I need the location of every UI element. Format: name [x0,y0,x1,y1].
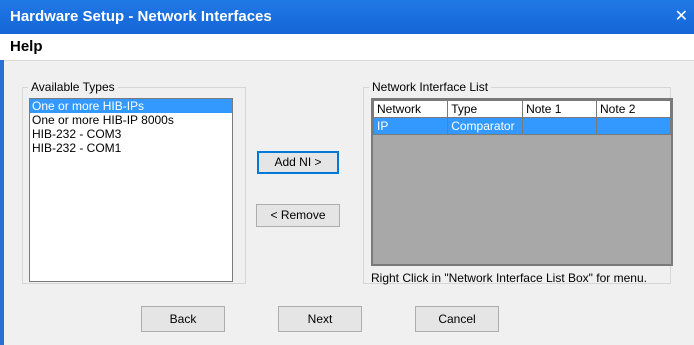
next-button[interactable]: Next [278,306,362,332]
available-types-listbox[interactable]: One or more HIB-IPs One or more HIB-IP 8… [29,98,233,282]
column-header-type[interactable]: Type [447,100,524,118]
column-header-note-2[interactable]: Note 2 [596,100,671,118]
window-edge [0,60,4,345]
menu-help[interactable]: Help [10,38,43,55]
network-interface-table: Network Type Note 1 Note 2 IP Comparator [372,100,671,135]
available-types-label: Available Types [28,80,118,94]
table-row[interactable]: IP Comparator [372,117,671,135]
column-header-network[interactable]: Network [372,100,449,118]
network-interface-label: Network Interface List [369,80,492,94]
column-header-note-1[interactable]: Note 1 [522,100,598,118]
network-interface-listbox[interactable]: Network Type Note 1 Note 2 IP Comparator [371,98,673,266]
title-bar: Hardware Setup - Network Interfaces ✕ [0,0,694,34]
list-item[interactable]: HIB-232 - COM3 [30,127,232,141]
menu-bar: Help [0,34,694,61]
table-cell-note-2[interactable] [596,117,671,135]
remove-button[interactable]: < Remove [256,204,340,227]
add-ni-button[interactable]: Add NI > [257,151,339,174]
list-item[interactable]: HIB-232 - COM1 [30,141,232,155]
table-header-row: Network Type Note 1 Note 2 [372,100,671,118]
table-cell-type[interactable]: Comparator [447,117,524,135]
list-item[interactable]: One or more HIB-IP 8000s [30,113,232,127]
window-title: Hardware Setup - Network Interfaces [10,8,272,25]
cancel-button[interactable]: Cancel [415,306,499,332]
list-item[interactable]: One or more HIB-IPs [30,99,232,113]
table-cell-network[interactable]: IP [372,117,449,135]
list-hint-text: Right Click in "Network Interface List B… [371,271,647,285]
back-button[interactable]: Back [141,306,225,332]
table-cell-note-1[interactable] [522,117,598,135]
close-icon[interactable]: ✕ [675,6,688,26]
